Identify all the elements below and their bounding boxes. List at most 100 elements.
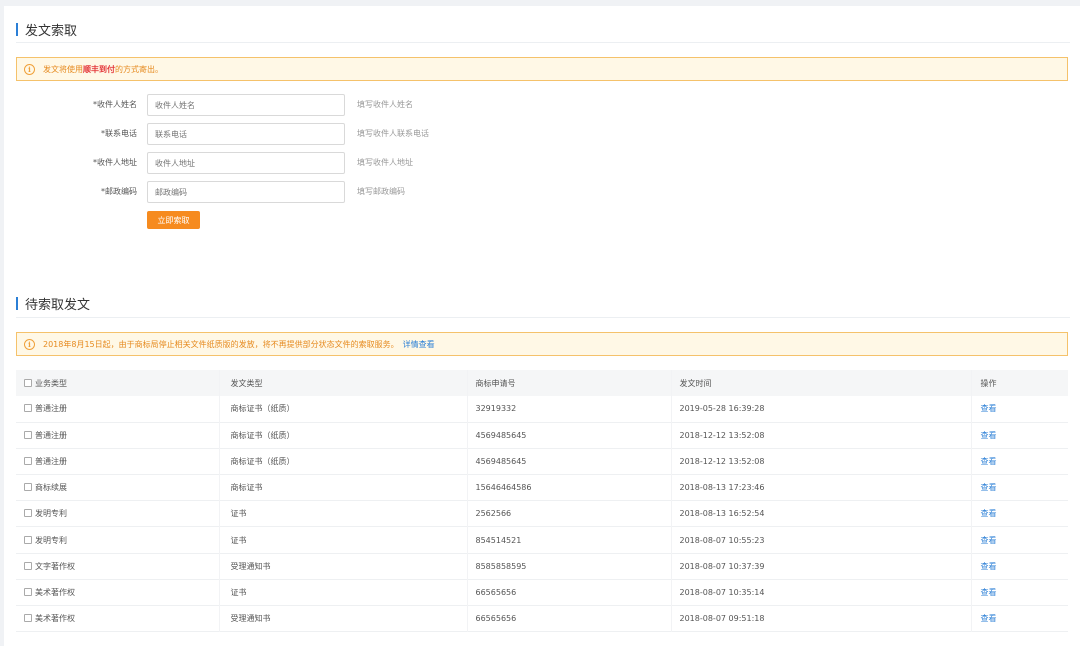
cell-document-type: 商标证书（纸质） (219, 396, 468, 423)
phone-label: *联系电话 (101, 129, 137, 138)
form-row-postcode: *邮政编码 填写邮政编码 (4, 181, 604, 203)
table-row: 普通注册 商标证书（纸质） 32919332 2019-05-28 16:39:28 查… (16, 396, 1068, 423)
table-header-row: 业务类型 发文类型 商标申请号 发文时间 操作 (16, 370, 1068, 396)
table-row: 普通注册 商标证书（纸质） 4569485645 2018-12-12 13:52:0… (16, 422, 1068, 449)
cell-issue-time: 2018-12-12 13:52:08 (671, 422, 972, 449)
view-link[interactable]: 查看 (981, 588, 997, 597)
cell-action: 查看 (971, 579, 1068, 605)
cell-business-type: 商标续展 (16, 474, 220, 501)
cell-business-type: 发明专利 (16, 526, 220, 554)
cell-business-type: 普通注册 (16, 422, 220, 449)
cell-action: 查看 (971, 396, 1068, 422)
cell-application-number: 4569485645 (467, 422, 672, 449)
row-checkbox[interactable] (24, 404, 32, 413)
cell-issue-time: 2018-08-07 10:37:39 (671, 553, 972, 580)
cell-action: 查看 (971, 448, 1068, 474)
view-link[interactable]: 查看 (981, 431, 997, 440)
cell-business-type: 文字著作权 (16, 553, 220, 580)
form-row-address: *收件人地址 填写收件人地址 (4, 152, 604, 174)
cell-application-number: 15646464586 (467, 474, 672, 501)
cell-application-number: 854514521 (467, 526, 672, 554)
cell-document-type: 商标证书（纸质） (219, 448, 468, 475)
postcode-hint: 填写邮政编码 (357, 187, 405, 196)
cell-document-type: 受理通知书 (219, 605, 468, 632)
shipping-notice: i 发文将使用 顺丰到付 的方式寄出。 (16, 57, 1068, 81)
cell-application-number: 4569485645 (467, 448, 672, 475)
request-now-button[interactable]: 立即索取 (147, 211, 200, 229)
cell-document-type: 商标证书 (219, 474, 468, 501)
select-all-checkbox[interactable] (24, 378, 32, 387)
cell-issue-time: 2018-08-07 09:51:18 (671, 605, 972, 632)
view-link[interactable]: 查看 (981, 483, 997, 492)
cell-issue-time: 2018-12-12 13:52:08 (671, 448, 972, 475)
title-accent-bar (16, 296, 18, 310)
cell-business-type: 美术著作权 (16, 605, 220, 632)
row-checkbox[interactable] (24, 483, 32, 492)
form-row-phone: *联系电话 填写收件人联系电话 (4, 123, 604, 145)
postcode-input[interactable] (147, 181, 345, 203)
cell-issue-time: 2019-05-28 16:39:28 (671, 396, 972, 423)
cell-business-type: 美术著作权 (16, 579, 220, 606)
cell-application-number: 66565656 (467, 605, 672, 632)
header-business-type: 业务类型 (16, 370, 220, 396)
phone-hint: 填写收件人联系电话 (357, 129, 429, 138)
section-title-text: 发文索取 (25, 23, 78, 39)
row-checkbox[interactable] (24, 456, 32, 465)
cell-action: 查看 (971, 606, 1068, 632)
table-row: 发明专利 证书 2562566 2018-08-13 16:52:54 查看 (16, 500, 1068, 527)
table-row: 普通注册 商标证书（纸质） 4569485645 2018-12-12 13:52:0… (16, 448, 1068, 475)
notice-text: 2018年8月15日起，由于商标局停止相关文件纸质版的发放，将不再提供部分状态文… (43, 339, 399, 349)
service-notice: i 2018年8月15日起，由于商标局停止相关文件纸质版的发放，将不再提供部分状… (16, 332, 1068, 356)
table-row: 美术著作权 证书 66565656 2018-08-07 10:35:14 查看 (16, 579, 1068, 606)
cell-document-type: 证书 (219, 579, 468, 606)
cell-document-type: 受理通知书 (219, 553, 468, 580)
row-checkbox[interactable] (24, 430, 32, 439)
info-icon: i (24, 338, 35, 350)
view-link[interactable]: 查看 (981, 614, 997, 623)
table-row: 美术著作权 受理通知书 66565656 2018-08-07 09:51:18 查看 (16, 605, 1068, 632)
row-checkbox[interactable] (24, 509, 32, 518)
view-link[interactable]: 查看 (981, 509, 997, 518)
table-row: 商标续展 商标证书 15646464586 2018-08-13 17:23:46 查看 (16, 474, 1068, 501)
phone-input[interactable] (147, 123, 345, 145)
cell-action: 查看 (971, 527, 1068, 553)
cell-action: 查看 (971, 422, 1068, 448)
cell-action: 查看 (971, 553, 1068, 579)
section-divider (16, 42, 1070, 43)
postcode-label: *邮政编码 (101, 187, 137, 196)
section-title-text: 待索取发文 (25, 297, 91, 313)
cell-application-number: 66565656 (467, 579, 672, 606)
row-checkbox[interactable] (24, 587, 32, 596)
header-application-number: 商标申请号 (467, 370, 672, 396)
recipient-name-label: *收件人姓名 (93, 100, 137, 109)
row-checkbox[interactable] (24, 535, 32, 544)
notice-suffix: 的方式寄出。 (115, 64, 163, 74)
view-link[interactable]: 查看 (981, 404, 997, 413)
header-issue-time: 发文时间 (671, 370, 972, 396)
view-link[interactable]: 查看 (981, 562, 997, 571)
title-accent-bar (16, 22, 18, 36)
pending-documents-table: 业务类型 发文类型 商标申请号 发文时间 操作 普通注册 商标证书（纸质） 3291… (16, 370, 1068, 632)
cell-application-number: 2562566 (467, 500, 672, 527)
table-row: 文字著作权 受理通知书 8585858595 2018-08-07 10:37:39 查… (16, 553, 1068, 580)
details-link[interactable]: 详情查看 (403, 339, 435, 350)
address-input[interactable] (147, 152, 345, 174)
header-document-type: 发文类型 (219, 370, 468, 396)
cell-business-type: 普通注册 (16, 396, 220, 423)
view-link[interactable]: 查看 (981, 457, 997, 466)
table-body: 普通注册 商标证书（纸质） 32919332 2019-05-28 16:39:28 查… (16, 396, 1068, 632)
notice-highlight: 顺丰到付 (83, 64, 115, 74)
recipient-name-input[interactable] (147, 94, 345, 116)
row-checkbox[interactable] (24, 561, 32, 570)
cell-action: 查看 (971, 475, 1068, 501)
cell-issue-time: 2018-08-13 17:23:46 (671, 474, 972, 501)
view-link[interactable]: 查看 (981, 536, 997, 545)
cell-application-number: 32919332 (467, 396, 672, 423)
section-title-pending: 待索取发文 (16, 296, 91, 313)
row-checkbox[interactable] (24, 614, 32, 623)
form-row-name: *收件人姓名 填写收件人姓名 (4, 94, 604, 116)
cell-document-type: 证书 (219, 526, 468, 554)
cell-document-type: 证书 (219, 500, 468, 527)
cell-business-type: 发明专利 (16, 500, 220, 527)
cell-issue-time: 2018-08-07 10:35:14 (671, 579, 972, 606)
